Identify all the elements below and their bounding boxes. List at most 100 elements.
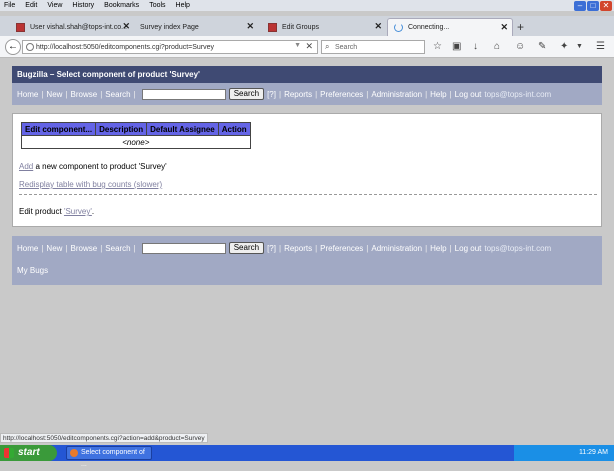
add-component-link[interactable]: Add (19, 162, 33, 171)
tab-label: Edit Groups (282, 23, 319, 31)
menu-help[interactable]: Help (176, 2, 190, 9)
minimize-button[interactable]: – (574, 1, 586, 11)
clipboard-icon[interactable]: ▣ (452, 41, 461, 52)
quicksearch-input[interactable] (141, 88, 226, 100)
back-arrow-icon[interactable]: ← (5, 39, 21, 55)
new-tab-icon[interactable]: + (517, 20, 524, 34)
url-text: http://localhost:5050/editcomponents.cgi… (36, 43, 215, 51)
edit-product-prefix: Edit product (19, 207, 62, 216)
my-bugs-link[interactable]: My Bugs (17, 266, 48, 275)
tab-survey-index[interactable]: Survey index Page ✕ (134, 18, 258, 36)
page-title: Bugzilla – Select component of product '… (12, 66, 602, 83)
tab-user[interactable]: User vishal.shah@tops-int.co... ✕ (10, 18, 134, 36)
windows-flag-icon (4, 448, 14, 458)
chat-icon[interactable]: ☺ (515, 41, 525, 52)
redisplay-link[interactable]: Redisplay table with bug counts (slower) (19, 180, 162, 189)
menu-history[interactable]: History (72, 2, 94, 9)
nav-home[interactable]: Home (17, 244, 38, 253)
taskbar-item[interactable]: Select component of ... (66, 446, 152, 468)
taskbar-item-label: Select component of ... (81, 449, 145, 468)
help-link[interactable]: [?] (267, 244, 276, 253)
empty-cell: <none> (21, 135, 251, 149)
nav-browse[interactable]: Browse (71, 244, 98, 253)
menu-bookmarks[interactable]: Bookmarks (104, 2, 139, 9)
nav-preferences[interactable]: Preferences (320, 244, 363, 253)
extension-icon[interactable]: ✦ (560, 41, 568, 52)
nav-help[interactable]: Help (430, 244, 446, 253)
nav-administration[interactable]: Administration (371, 90, 422, 99)
menu-tools[interactable]: Tools (149, 2, 165, 9)
column-header[interactable]: Default Assignee (146, 122, 219, 136)
divider (19, 194, 597, 195)
quicksearch-input[interactable] (141, 242, 226, 254)
maximize-button[interactable]: □ (587, 1, 599, 11)
start-button[interactable]: start (0, 445, 57, 461)
menu-edit[interactable]: Edit (25, 2, 37, 9)
table-row: <none> (21, 135, 251, 149)
close-tab-icon[interactable]: ✕ (500, 22, 508, 33)
nav-administration[interactable]: Administration (371, 244, 422, 253)
tab-edit-groups[interactable]: Edit Groups ✕ (262, 18, 386, 36)
clock: 11:29 AM (578, 449, 608, 456)
hamburger-menu-icon[interactable]: ☰ (596, 41, 605, 52)
help-link[interactable]: [?] (267, 90, 276, 99)
nav-home[interactable]: Home (17, 90, 38, 99)
search-placeholder: Search (335, 43, 358, 51)
page-content: Bugzilla – Select component of product '… (0, 59, 614, 432)
add-component-line: Add a new component to product 'Survey' (19, 162, 167, 171)
search-button[interactable]: Search (228, 242, 265, 254)
nav-search[interactable]: Search (105, 244, 130, 253)
nav-logout[interactable]: Log out (455, 90, 482, 99)
nav-logout[interactable]: Log out (455, 244, 482, 253)
nav-search[interactable]: Search (105, 90, 130, 99)
nav-browse[interactable]: Browse (71, 90, 98, 99)
close-tab-icon[interactable]: ✕ (122, 21, 130, 32)
menu-view[interactable]: View (47, 2, 62, 9)
top-nav: Home | New | Browse | Search | Search [?] | R… (12, 83, 602, 105)
window-controls: – □ ✕ (574, 1, 612, 11)
bugzilla-favicon-icon (16, 22, 25, 32)
url-bar[interactable]: http://localhost:5050/editcomponents.cgi… (22, 40, 318, 54)
close-window-button[interactable]: ✕ (600, 1, 612, 11)
menu-bar: File Edit View History Bookmarks Tools H… (0, 0, 614, 11)
nav-help[interactable]: Help (430, 90, 446, 99)
home-icon[interactable]: ⌂ (494, 41, 500, 52)
menu-file[interactable]: File (4, 2, 15, 9)
loading-spinner-icon (394, 23, 403, 32)
nav-preferences[interactable]: Preferences (320, 90, 363, 99)
bookmark-star-icon[interactable]: ☆ (433, 41, 442, 52)
add-component-text: a new component to product 'Survey' (35, 162, 167, 171)
nav-new[interactable]: New (46, 90, 62, 99)
pocket-icon[interactable]: ✎ (538, 41, 546, 52)
main-content: Edit component... Description Default As… (12, 113, 602, 227)
user-email: tops@tops-int.com (484, 243, 552, 253)
stop-icon[interactable]: ✕ (305, 41, 313, 52)
close-tab-icon[interactable]: ✕ (374, 21, 382, 32)
tab-connecting[interactable]: Connecting... ✕ (387, 18, 513, 36)
browser-window: File Edit View History Bookmarks Tools H… (0, 0, 614, 468)
column-header[interactable]: Description (95, 122, 148, 136)
firefox-icon (70, 449, 78, 457)
search-button[interactable]: Search (228, 88, 265, 100)
nav-new[interactable]: New (46, 244, 62, 253)
bugzilla-favicon-icon (268, 22, 277, 32)
edit-product-suffix: . (91, 207, 95, 216)
search-icon: ⌕ (325, 42, 330, 51)
nav-reports[interactable]: Reports (284, 244, 312, 253)
dropdown-arrow-icon[interactable]: ▼ (294, 42, 301, 49)
column-header[interactable]: Edit component... (20, 122, 97, 136)
globe-icon (26, 43, 34, 51)
search-input[interactable]: ⌕ Search (321, 40, 425, 54)
user-email: tops@tops-int.com (484, 89, 552, 99)
navigation-toolbar: ← http://localhost:5050/editcomponents.c… (0, 36, 614, 58)
tab-label: Survey index Page (140, 23, 199, 31)
tab-label: Connecting... (408, 24, 450, 31)
edit-product-link[interactable]: 'Survey' (64, 207, 92, 216)
close-tab-icon[interactable]: ✕ (246, 21, 254, 32)
system-tray: 11:29 AM (514, 445, 614, 461)
chevron-down-icon[interactable]: ▼ (576, 43, 583, 50)
download-icon[interactable]: ↓ (473, 41, 478, 52)
bottom-nav: Home | New | Browse | Search | Search [?] | R… (12, 236, 602, 260)
start-label: start (18, 447, 40, 458)
nav-reports[interactable]: Reports (284, 90, 312, 99)
